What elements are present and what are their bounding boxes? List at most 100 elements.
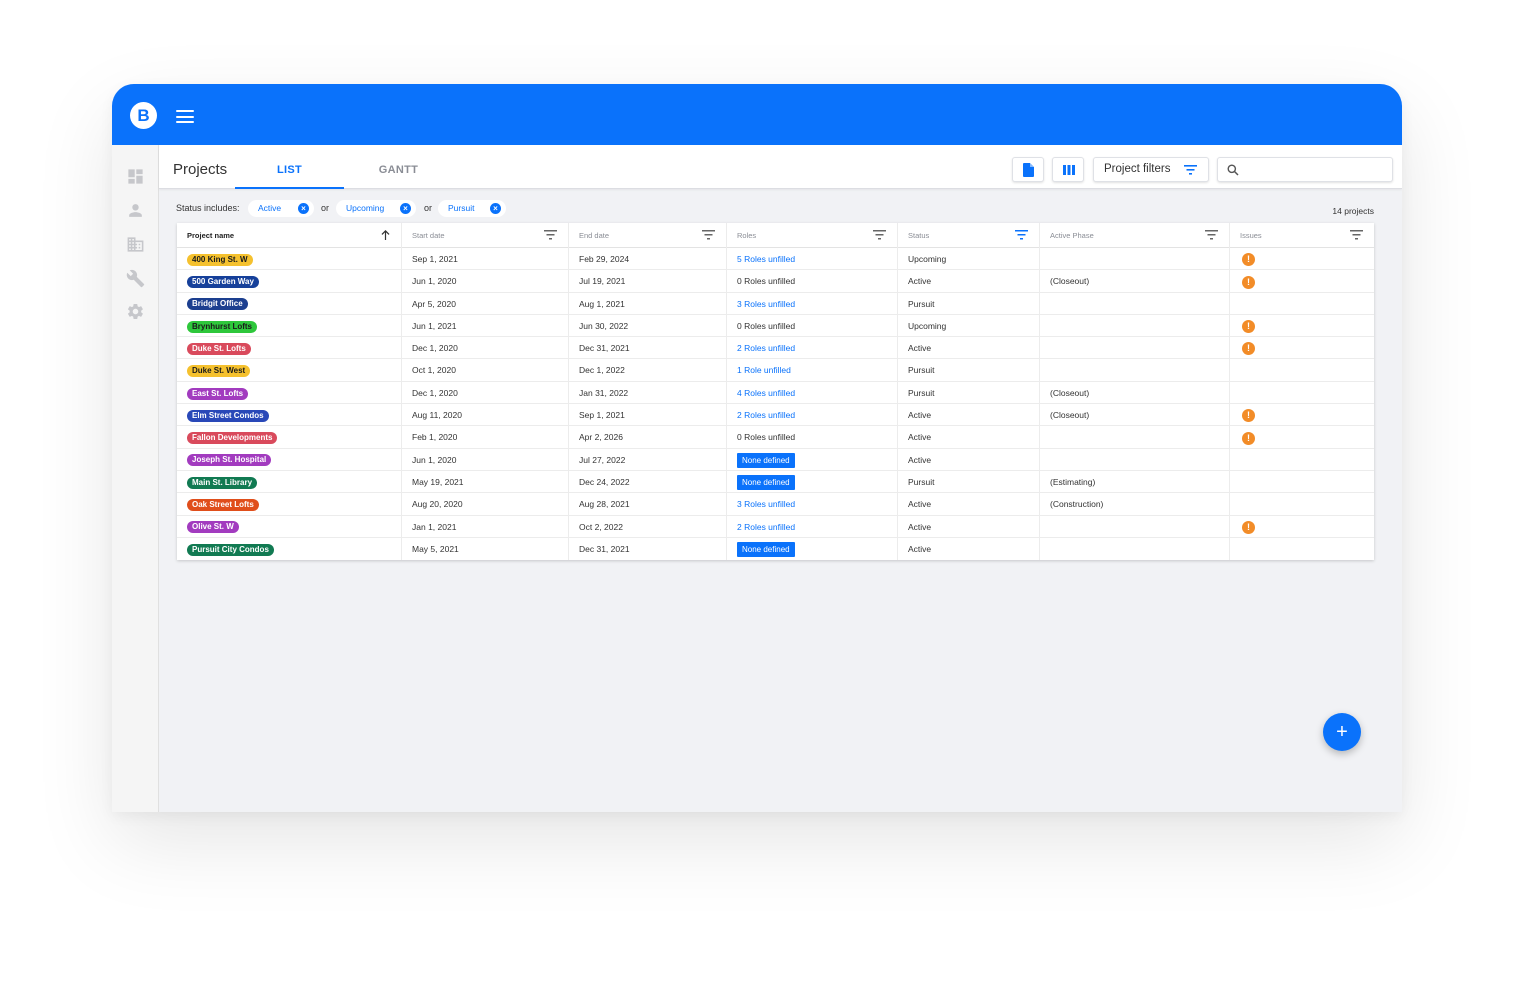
person-icon[interactable]: [126, 201, 145, 220]
column-label: Issues: [1240, 231, 1262, 240]
filter-active-icon[interactable]: [1015, 230, 1028, 240]
project-name-badge[interactable]: Brynhurst Lofts: [187, 320, 257, 333]
project-filters-button[interactable]: Project filters: [1093, 157, 1209, 182]
column-header-issues[interactable]: Issues: [1230, 223, 1374, 248]
project-name-badge[interactable]: 500 Garden Way: [187, 276, 259, 289]
start-date-cell: May 5, 2021: [402, 537, 569, 560]
filter-icon[interactable]: [702, 230, 715, 240]
project-name-cell: Brynhurst Lofts: [177, 314, 402, 337]
project-name-badge[interactable]: Bridgit Office: [187, 298, 248, 311]
status-cell: Upcoming: [898, 248, 1040, 270]
roles-unfilled-link[interactable]: 2 Roles unfilled: [737, 522, 795, 532]
export-document-button[interactable]: [1012, 157, 1044, 182]
issue-warning-icon[interactable]: !: [1242, 320, 1255, 334]
search-input[interactable]: [1246, 162, 1386, 178]
project-name-badge[interactable]: Duke St. West: [187, 365, 251, 378]
status-cell: Active: [898, 404, 1040, 427]
filter-icon[interactable]: [873, 230, 886, 240]
table-row[interactable]: 500 Garden Way Jun 1, 2020 Jul 19, 2021 0 R…: [177, 270, 1374, 293]
wrench-icon[interactable]: [126, 269, 145, 288]
table-row[interactable]: Duke St. Lofts Dec 1, 2020 Dec 31, 2021 2 R…: [177, 337, 1374, 360]
remove-chip-icon[interactable]: ×: [490, 203, 501, 214]
column-header-end-date[interactable]: End date: [569, 223, 727, 248]
issue-warning-icon[interactable]: !: [1242, 409, 1255, 423]
settings-icon[interactable]: [126, 302, 145, 321]
sort-ascending-icon[interactable]: [381, 230, 390, 240]
start-date-cell: Dec 1, 2020: [402, 381, 569, 404]
start-date-cell: Aug 20, 2020: [402, 493, 569, 516]
issues-cell: [1230, 382, 1374, 404]
table-row[interactable]: Fallon Developments Feb 1, 2020 Apr 2, 202…: [177, 426, 1374, 449]
chip-label: Upcoming: [346, 203, 385, 213]
column-header-active-phase[interactable]: Active Phase: [1040, 223, 1230, 248]
building-icon[interactable]: [126, 235, 145, 254]
roles-unfilled-link[interactable]: 2 Roles unfilled: [737, 410, 795, 420]
table-row[interactable]: Bridgit Office Apr 5, 2020 Aug 1, 2021 3 Ro…: [177, 292, 1374, 315]
issue-warning-icon[interactable]: !: [1242, 342, 1255, 356]
project-name-badge[interactable]: Main St. Library: [187, 476, 258, 489]
end-date-cell: Dec 1, 2022: [569, 359, 727, 382]
column-header-roles[interactable]: Roles: [727, 223, 898, 248]
project-name-cell: Fallon Developments: [177, 426, 402, 449]
roles-unfilled-link[interactable]: 3 Roles unfilled: [737, 299, 795, 309]
column-label: Project name: [187, 231, 235, 240]
roles-unfilled-link[interactable]: 1 Role unfilled: [737, 365, 791, 375]
remove-chip-icon[interactable]: ×: [400, 203, 411, 214]
table-row[interactable]: Elm Street Condos Aug 11, 2020 Sep 1, 2021…: [177, 404, 1374, 427]
table-row[interactable]: Pursuit City Condos May 5, 2021 Dec 31, 20…: [177, 537, 1374, 560]
column-header-start-date[interactable]: Start date: [402, 223, 569, 248]
filter-icon[interactable]: [1350, 230, 1363, 240]
status-cell: Active: [898, 448, 1040, 471]
dashboard-icon[interactable]: [126, 167, 145, 186]
project-name-badge[interactable]: Fallon Developments: [187, 432, 278, 445]
none-defined-badge[interactable]: None defined: [737, 475, 795, 491]
issue-warning-icon[interactable]: !: [1242, 275, 1255, 289]
project-name-badge[interactable]: Pursuit City Condos: [187, 543, 274, 556]
table-row[interactable]: Olive St. W Jan 1, 2021 Oct 2, 2022 2 Roles…: [177, 515, 1374, 538]
column-header-status[interactable]: Status: [898, 223, 1040, 248]
active-phase-cell: [1040, 537, 1230, 560]
project-name-badge[interactable]: 400 King St. W: [187, 253, 253, 266]
issue-warning-icon[interactable]: !: [1242, 520, 1255, 534]
none-defined-badge[interactable]: None defined: [737, 452, 795, 468]
remove-chip-icon[interactable]: ×: [298, 203, 309, 214]
project-name-badge[interactable]: Duke St. Lofts: [187, 342, 251, 355]
table-row[interactable]: 400 King St. W Sep 1, 2021 Feb 29, 2024 5 R…: [177, 248, 1374, 271]
none-defined-badge[interactable]: None defined: [737, 542, 795, 558]
search-box[interactable]: [1217, 157, 1393, 182]
project-name-badge[interactable]: Oak Street Lofts: [187, 499, 259, 512]
roles-unfilled-link[interactable]: 3 Roles unfilled: [737, 499, 795, 509]
active-phase-cell: (Construction): [1040, 493, 1230, 516]
table-row[interactable]: Main St. Library May 19, 2021 Dec 24, 2022…: [177, 470, 1374, 494]
bridgit-logo[interactable]: B: [130, 102, 157, 129]
tab-list[interactable]: LIST: [235, 145, 344, 189]
issue-warning-icon[interactable]: !: [1242, 253, 1255, 267]
status-cell: Upcoming: [898, 314, 1040, 337]
projects-table: Project name Start date End date Roles S…: [177, 223, 1374, 561]
table-row[interactable]: Joseph St. Hospital Jun 1, 2020 Jul 27, 20…: [177, 448, 1374, 471]
tab-gantt[interactable]: GANTT: [344, 145, 453, 189]
filter-icon[interactable]: [1205, 230, 1218, 240]
table-row[interactable]: Brynhurst Lofts Jun 1, 2021 Jun 30, 2022 0 …: [177, 314, 1374, 338]
start-date-cell: Jun 1, 2021: [402, 314, 569, 337]
roles-cell: 0 Roles unfilled: [727, 426, 898, 449]
project-name-cell: Elm Street Condos: [177, 404, 402, 427]
project-name-badge[interactable]: Olive St. W: [187, 521, 239, 534]
project-name-badge[interactable]: Joseph St. Hospital: [187, 454, 272, 467]
roles-unfilled-link[interactable]: 5 Roles unfilled: [737, 254, 795, 264]
columns-button[interactable]: [1052, 157, 1084, 182]
active-phase-cell: [1040, 248, 1230, 270]
filter-icon[interactable]: [544, 230, 557, 240]
roles-unfilled-link[interactable]: 4 Roles unfilled: [737, 388, 795, 398]
column-header-project-name[interactable]: Project name: [177, 223, 402, 248]
add-project-button[interactable]: +: [1323, 713, 1361, 751]
menu-icon[interactable]: [176, 110, 194, 123]
roles-unfilled-link[interactable]: 2 Roles unfilled: [737, 343, 795, 353]
project-name-badge[interactable]: Elm Street Condos: [187, 409, 269, 422]
table-row[interactable]: East St. Lofts Dec 1, 2020 Jan 31, 2022 4 R…: [177, 381, 1374, 405]
table-row[interactable]: Oak Street Lofts Aug 20, 2020 Aug 28, 2021…: [177, 493, 1374, 516]
status-cell: Pursuit: [898, 381, 1040, 404]
project-name-badge[interactable]: East St. Lofts: [187, 387, 249, 400]
table-row[interactable]: Duke St. West Oct 1, 2020 Dec 1, 2022 1 Rol…: [177, 359, 1374, 382]
issue-warning-icon[interactable]: !: [1242, 431, 1255, 445]
